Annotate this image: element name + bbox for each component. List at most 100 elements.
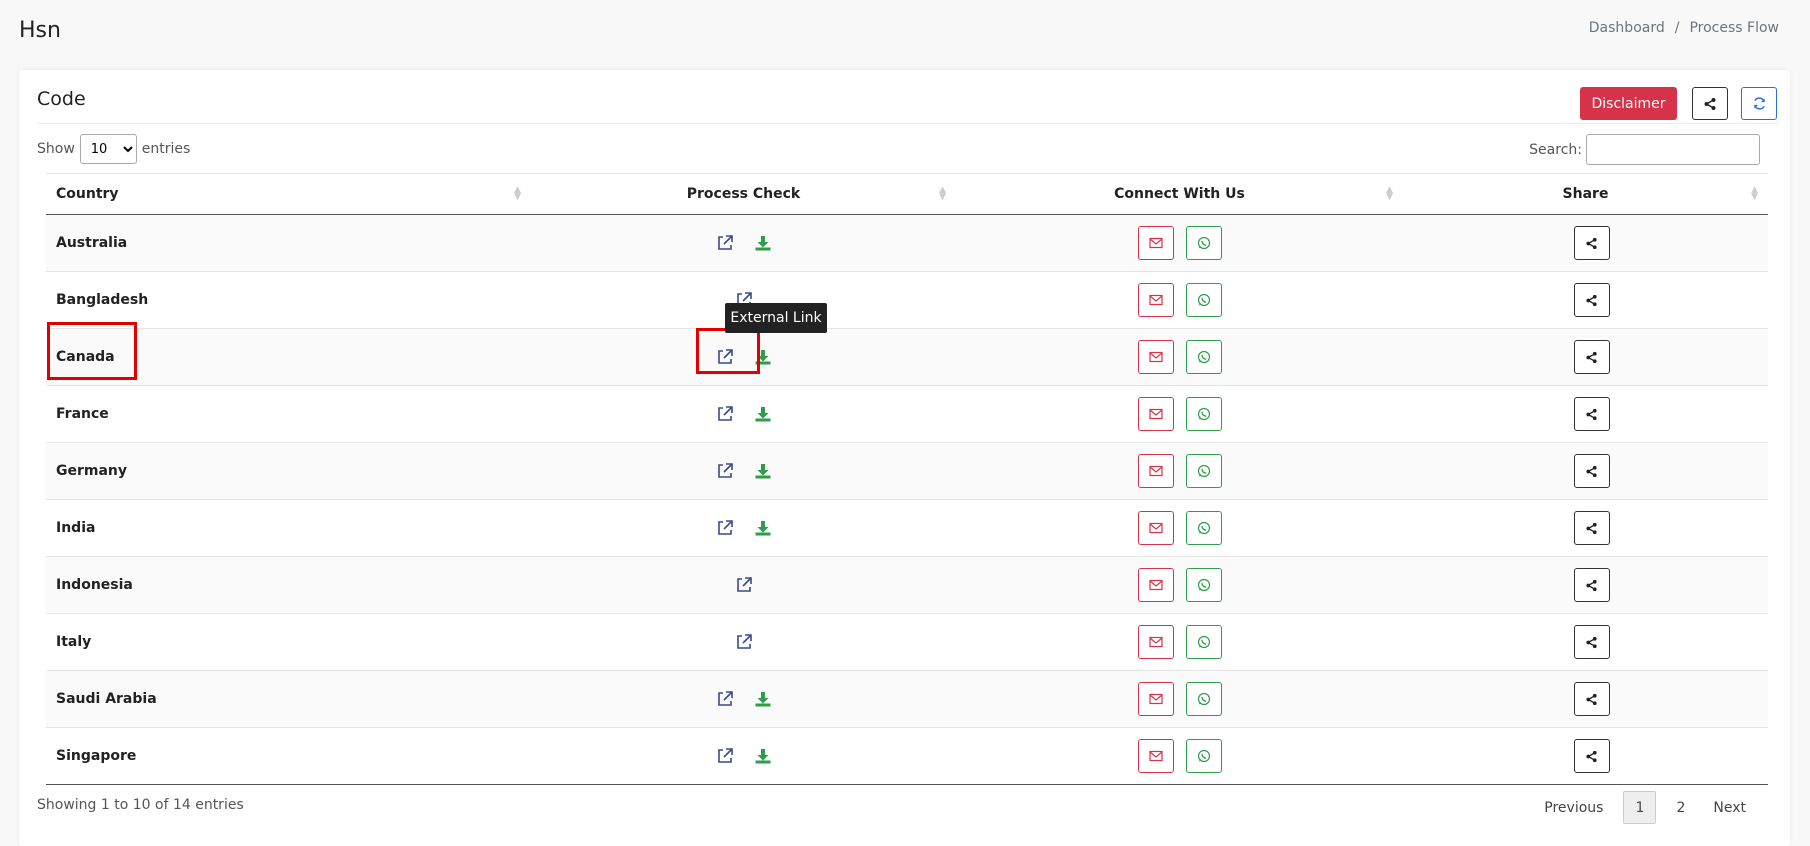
row-share-button[interactable]: [1573, 283, 1610, 317]
download-icon[interactable]: [754, 462, 772, 480]
data-table: Country ▲ ▼ Process Check ▲ ▼ Connect With U…: [46, 173, 1768, 785]
share-icon: [1586, 636, 1597, 648]
whatsapp-button[interactable]: [1185, 625, 1222, 659]
pagination-page-1[interactable]: 1: [1623, 791, 1657, 824]
share-icon: [1586, 522, 1597, 534]
row-share-button[interactable]: [1573, 511, 1610, 545]
country-cell: India: [46, 499, 531, 557]
whatsapp-button[interactable]: [1185, 340, 1222, 374]
external-link-icon[interactable]: [735, 576, 753, 594]
pagination-next[interactable]: Next: [1699, 800, 1760, 816]
row-share-button[interactable]: [1573, 682, 1610, 716]
search-control: Search:: [1529, 134, 1760, 165]
whatsapp-button[interactable]: [1185, 226, 1222, 260]
whatsapp-button[interactable]: [1185, 283, 1222, 317]
country-cell: Canada: [46, 328, 531, 386]
email-button[interactable]: [1137, 283, 1174, 317]
column-header-share[interactable]: Share ▲ ▼: [1403, 173, 1768, 215]
entries-select[interactable]: 10: [79, 134, 137, 164]
email-button[interactable]: [1137, 397, 1174, 431]
sort-icon: ▲ ▼: [1386, 185, 1393, 202]
share-cell: [1403, 271, 1768, 329]
whatsapp-icon: [1197, 293, 1210, 307]
pagination-previous[interactable]: Previous: [1530, 800, 1617, 816]
share-icon: [1586, 351, 1597, 363]
email-button[interactable]: [1137, 568, 1174, 602]
email-button[interactable]: [1137, 340, 1174, 374]
connect-cell: [956, 727, 1403, 785]
row-share-button[interactable]: [1573, 625, 1610, 659]
row-share-button[interactable]: [1573, 568, 1610, 602]
envelope-icon: [1148, 522, 1163, 534]
share-icon: [1586, 294, 1597, 306]
whatsapp-button[interactable]: [1185, 568, 1222, 602]
share-cell: [1403, 442, 1768, 500]
connect-cell: [956, 670, 1403, 728]
external-link-icon[interactable]: [716, 462, 734, 480]
email-button[interactable]: [1137, 739, 1174, 773]
share-icon: [1586, 237, 1597, 249]
share-button[interactable]: [1692, 87, 1728, 120]
email-button[interactable]: [1137, 625, 1174, 659]
external-link-icon[interactable]: [716, 519, 734, 537]
whatsapp-icon: [1197, 350, 1210, 364]
country-cell: Australia: [46, 214, 531, 272]
table-row: India: [46, 499, 1768, 557]
refresh-button[interactable]: [1741, 87, 1777, 120]
share-cell: [1403, 670, 1768, 728]
share-cell: [1403, 727, 1768, 785]
share-icon: [1586, 750, 1597, 762]
email-button[interactable]: [1137, 511, 1174, 545]
whatsapp-button[interactable]: [1185, 682, 1222, 716]
external-link-icon[interactable]: [716, 405, 734, 423]
download-icon[interactable]: [754, 348, 772, 366]
download-icon[interactable]: [754, 405, 772, 423]
download-icon[interactable]: [754, 519, 772, 537]
share-cell: [1403, 385, 1768, 443]
country-cell: Italy: [46, 613, 531, 671]
row-share-button[interactable]: [1573, 739, 1610, 773]
search-label: Search:: [1529, 141, 1582, 158]
row-share-button[interactable]: [1573, 454, 1610, 488]
envelope-icon: [1148, 294, 1163, 306]
process-check-cell: [531, 727, 956, 785]
email-button[interactable]: [1137, 454, 1174, 488]
row-share-button[interactable]: [1573, 397, 1610, 431]
share-cell: [1403, 499, 1768, 557]
external-link-icon[interactable]: [716, 348, 734, 366]
whatsapp-button[interactable]: [1185, 397, 1222, 431]
whatsapp-icon: [1197, 692, 1210, 706]
whatsapp-button[interactable]: [1185, 511, 1222, 545]
column-header-label: Country: [56, 186, 119, 202]
column-header-label: Connect With Us: [1114, 186, 1245, 202]
whatsapp-button[interactable]: [1185, 454, 1222, 488]
column-header-process-check[interactable]: Process Check ▲ ▼: [531, 173, 956, 215]
breadcrumb-dashboard[interactable]: Dashboard: [1589, 20, 1665, 36]
external-link-icon[interactable]: [716, 234, 734, 252]
share-cell: [1403, 556, 1768, 614]
external-link-icon[interactable]: [735, 633, 753, 651]
disclaimer-button[interactable]: Disclaimer: [1580, 87, 1677, 120]
external-link-icon[interactable]: [716, 690, 734, 708]
country-cell: Germany: [46, 442, 531, 500]
table-body: Australia Bangladesh Canada France Germany In…: [46, 214, 1768, 785]
country-cell: Indonesia: [46, 556, 531, 614]
column-header-country[interactable]: Country ▲ ▼: [46, 173, 531, 215]
search-input[interactable]: [1586, 134, 1760, 165]
whatsapp-icon: [1197, 749, 1210, 763]
email-button[interactable]: [1137, 682, 1174, 716]
email-button[interactable]: [1137, 226, 1174, 260]
download-icon[interactable]: [754, 690, 772, 708]
row-share-button[interactable]: [1573, 226, 1610, 260]
download-icon[interactable]: [754, 234, 772, 252]
download-icon[interactable]: [754, 747, 772, 765]
connect-cell: [956, 499, 1403, 557]
pagination-page-2[interactable]: 2: [1662, 800, 1699, 816]
column-header-label: Process Check: [686, 186, 801, 202]
column-header-connect[interactable]: Connect With Us ▲ ▼: [956, 173, 1403, 215]
whatsapp-button[interactable]: [1185, 739, 1222, 773]
connect-cell: [956, 556, 1403, 614]
external-link-icon[interactable]: [716, 747, 734, 765]
row-share-button[interactable]: [1573, 340, 1610, 374]
table-row: France: [46, 385, 1768, 443]
